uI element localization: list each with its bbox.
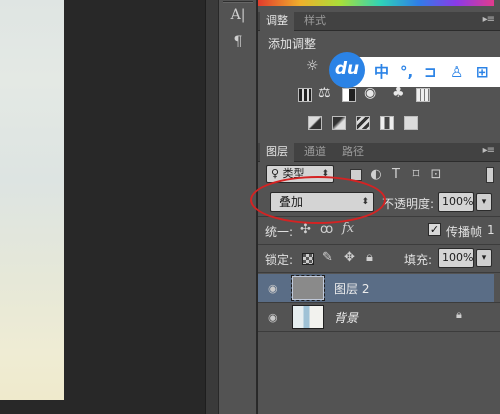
lock-pixels-icon[interactable]: ✎ xyxy=(322,250,333,265)
color-spectrum[interactable] xyxy=(258,0,494,6)
channel-mixer-icon[interactable]: ♣ xyxy=(392,85,405,101)
opacity-input[interactable]: 100% xyxy=(438,192,474,212)
canvas-area[interactable] xyxy=(0,0,218,414)
layer-row[interactable]: ◉ 图层 2 xyxy=(258,274,494,302)
separator xyxy=(258,331,500,332)
selective-color-icon[interactable] xyxy=(404,116,418,130)
tab-adjustments[interactable]: 调整 xyxy=(260,12,294,31)
layers-tab-bar: 图层 通道 路径 ▸≡ xyxy=(258,143,500,162)
tab-channels[interactable]: 通道 xyxy=(298,143,332,162)
threshold-icon[interactable] xyxy=(356,116,370,130)
filter-shape-icon[interactable]: ⌑ xyxy=(408,167,424,183)
layer-thumbnail xyxy=(291,275,325,301)
gradient-map-icon[interactable] xyxy=(380,116,394,130)
unify-style-icon[interactable]: fx xyxy=(342,221,354,236)
layers-menu-icon[interactable]: ▸≡ xyxy=(483,145,495,156)
color-lookup-icon[interactable] xyxy=(416,88,430,102)
fill-chevron-icon[interactable]: ▾ xyxy=(476,249,492,267)
paragraph-icon[interactable]: ¶ xyxy=(227,31,249,53)
opacity-label: 不透明度: xyxy=(382,197,435,211)
layer-name[interactable]: 背景 xyxy=(334,309,358,326)
lock-all-icon[interactable]: 🔒︎ xyxy=(366,250,373,265)
fill-label: 填充: xyxy=(404,253,433,267)
canvas-image[interactable] xyxy=(0,0,64,400)
tab-paths[interactable]: 路径 xyxy=(336,143,370,162)
levels-icon[interactable] xyxy=(298,88,312,102)
posterize-icon[interactable] xyxy=(332,116,346,130)
adjustments-tab-bar: 调整 样式 ▸≡ xyxy=(258,12,500,31)
layer-name[interactable]: 图层 2 xyxy=(334,280,369,297)
chinese-input-icon[interactable]: 中 xyxy=(374,61,389,83)
annotation-ellipse xyxy=(250,176,386,224)
propagate-value: 1 xyxy=(487,223,495,237)
adjustments-title: 添加调整 xyxy=(268,37,317,51)
tab-styles[interactable]: 样式 xyxy=(298,12,332,31)
propagate-checkbox[interactable]: ✓ xyxy=(428,223,441,236)
separator xyxy=(258,244,500,245)
visibility-eye-icon[interactable]: ◉ xyxy=(268,311,278,324)
dock-separator xyxy=(223,1,253,3)
cup-icon[interactable]: ⊐ xyxy=(424,61,437,83)
canvas-scroll-strip xyxy=(205,0,218,414)
unify-label: 统一: xyxy=(265,225,294,239)
visibility-eye-icon[interactable]: ◉ xyxy=(268,282,278,295)
fill-value: 100% xyxy=(442,251,474,264)
propagate-label: 传播帧 xyxy=(446,225,483,239)
fill-input[interactable]: 100% xyxy=(438,248,474,268)
panel-dock-column: A| ¶ xyxy=(219,0,257,414)
filter-adjustment-icon[interactable]: ◐ xyxy=(368,167,384,183)
invert-icon[interactable] xyxy=(308,116,322,130)
separator xyxy=(258,272,500,273)
layer-thumbnail xyxy=(292,305,324,329)
opacity-chevron-icon[interactable]: ▾ xyxy=(476,193,492,211)
lock-icon: 🔒︎ xyxy=(456,308,462,321)
lock-transparency-icon[interactable] xyxy=(302,253,314,265)
panel-menu-icon[interactable]: ▸≡ xyxy=(483,14,495,25)
grid-icon[interactable]: ⊞ xyxy=(476,61,489,83)
punctuation-icon[interactable]: °, xyxy=(400,61,413,83)
brightness-icon[interactable]: ☼ xyxy=(306,58,319,74)
layer-row[interactable]: ◉ 背景 🔒︎ xyxy=(258,303,494,331)
baidu-logo[interactable]: du xyxy=(329,52,365,88)
user-icon[interactable]: ♙ xyxy=(450,61,463,83)
unify-position-icon[interactable]: ✣ xyxy=(300,222,311,237)
filter-toggle[interactable] xyxy=(486,167,494,183)
filter-type-icon[interactable]: T xyxy=(388,167,404,183)
filter-smart-object-icon[interactable]: ⊡ xyxy=(428,167,444,183)
opacity-value: 100% xyxy=(442,195,474,208)
character-icon[interactable]: A| xyxy=(227,4,249,26)
lock-label: 锁定: xyxy=(265,253,294,267)
balance-icon[interactable]: ⚖ xyxy=(318,85,331,101)
black-white-icon[interactable] xyxy=(342,88,356,102)
lock-position-icon[interactable]: ✥ xyxy=(344,250,355,265)
unify-visibility-icon[interactable]: ꝏ xyxy=(320,222,333,237)
photo-filter-icon[interactable]: ◉ xyxy=(364,85,376,101)
tab-layers[interactable]: 图层 xyxy=(260,143,294,162)
